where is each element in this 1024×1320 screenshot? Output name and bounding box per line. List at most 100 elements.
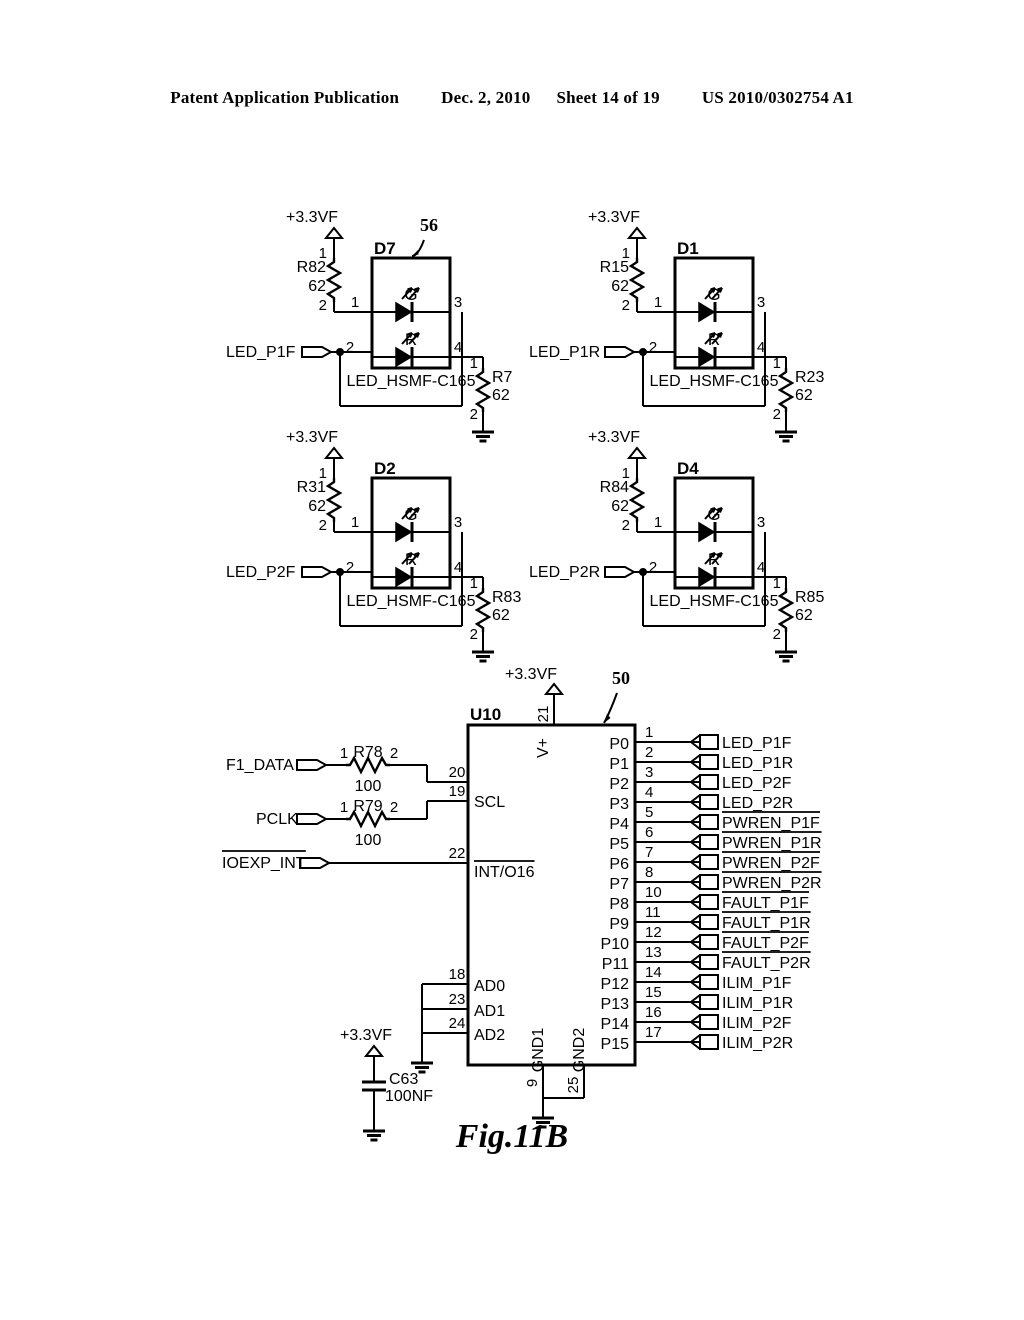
signal-label-out-p8: FAULT_P1F — [722, 895, 809, 912]
vcc-icon-c63 — [365, 1045, 383, 1057]
ic-pin-16-number: 16 — [645, 1004, 662, 1021]
ic-port-p3: P3 — [609, 796, 629, 813]
signal-label-out-p1: LED_P1R — [722, 755, 793, 772]
signal-flag-out-p13 — [699, 994, 719, 1010]
vcc-icon-u10 — [545, 683, 563, 695]
ic-pin-ad1-name: AD1 — [474, 1003, 505, 1020]
supply-label-d4: +3.3VF — [588, 429, 640, 446]
resistor-r83-symbol — [475, 586, 491, 634]
vcc-icon-d1 — [628, 227, 646, 239]
resistor-name-r85: R85 — [795, 589, 824, 606]
led-pin-1-d1: 1 — [654, 294, 662, 311]
ic-pin-15-number: 15 — [645, 984, 662, 1001]
resistor-pin-bottom-r7: 2 — [470, 406, 478, 423]
signal-label-out-p11: FAULT_P2R — [722, 955, 811, 972]
ic-pin-21-number: 21 — [535, 706, 552, 723]
leader-arrow-56 — [412, 250, 419, 256]
resistor-name-r84: R84 — [600, 479, 629, 496]
resistor-pin-top-r85: 1 — [773, 575, 781, 592]
ic-port-p8: P8 — [609, 896, 629, 913]
resistor-pin-right-r78: 2 — [390, 745, 398, 762]
signal-label-led-p1r-in: LED_P1R — [529, 344, 600, 361]
ic-pin-scl-name: SCL — [474, 794, 505, 811]
resistor-r82-symbol — [326, 256, 342, 304]
resistor-value-r15: 62 — [611, 278, 629, 295]
led-pin-2-d4: 2 — [649, 559, 657, 576]
signal-label-out-p10: FAULT_P2F — [722, 935, 809, 952]
green-led-icon-d2 — [394, 506, 421, 544]
capacitor-value-c63: 100NF — [385, 1088, 433, 1105]
ic-pin-7-number: 7 — [645, 844, 653, 861]
resistor-pin-bottom-d7: 2 — [319, 297, 327, 314]
signal-flag-out-p14 — [699, 1014, 719, 1030]
red-led-icon-d4 — [697, 551, 724, 589]
led-circuit-d4: +3.3VF 1 R84 62 2 1 D4 G R 3 4 LED_HSMF-… — [529, 429, 824, 663]
signal-flag-out-p6 — [699, 854, 719, 870]
led-designator-d7: D7 — [374, 239, 396, 258]
led-circuit-d2: +3.3VF 1 R31 62 2 1 D2 G R 3 4 LED_HSMF-… — [226, 429, 521, 663]
ic-pin-22-number: 22 — [449, 845, 466, 862]
supply-label-d2: +3.3VF — [286, 429, 338, 446]
resistor-name-r79: R79 — [353, 798, 382, 815]
resistor-value-r82: 62 — [308, 278, 326, 295]
ground-icon-r7 — [470, 422, 496, 443]
ic-designator-u10: U10 — [470, 705, 501, 724]
led-pin-2-d2: 2 — [346, 559, 354, 576]
led-pin-3-d1: 3 — [757, 294, 765, 311]
ic-port-p12: P12 — [601, 976, 630, 993]
resistor-name-r83: R83 — [492, 589, 521, 606]
led-circuit-d7: +3.3VF 1 R82 62 2 1 D7 G R 3 4 LED_HSMF-… — [226, 209, 513, 443]
ground-icon-r85 — [773, 642, 799, 663]
signal-label-ioexp-int: IOEXP_INT — [222, 855, 306, 872]
resistor-pin-bottom-r83: 2 — [470, 626, 478, 643]
resistor-r85-symbol — [778, 586, 794, 634]
ic-pin-8-number: 8 — [645, 864, 653, 881]
signal-flag-led-p2r — [604, 566, 637, 578]
ic-supply-label: +3.3VF — [505, 666, 557, 683]
resistor-r23-symbol — [778, 366, 794, 414]
led-designator-d1: D1 — [677, 239, 699, 258]
signal-flag-out-p15 — [699, 1034, 719, 1050]
ic-port-p7: P7 — [609, 876, 629, 893]
led-pin-2-d7: 2 — [346, 339, 354, 356]
resistor-name-r82: R82 — [297, 259, 326, 276]
ic-pin-25-number: 25 — [565, 1077, 582, 1094]
reference-numeral-50: 50 — [612, 668, 630, 688]
green-led-icon-d7 — [394, 286, 421, 324]
led-pin-4-d4: 4 — [757, 559, 765, 576]
ic-pin-ad2-name: AD2 — [474, 1027, 505, 1044]
ic-port-p0: P0 — [609, 736, 629, 753]
resistor-pin-bottom-r23: 2 — [773, 406, 781, 423]
led-part-d2: LED_HSMF-C165 — [347, 593, 476, 610]
ic-pin-18-number: 18 — [449, 966, 466, 983]
ic-u10: U10 +3.3VF 21 V+ 50 F1_DATA 1 R78 100 2 … — [222, 666, 822, 1142]
signal-flag-out-p10 — [699, 934, 719, 950]
ic-pin-14-number: 14 — [645, 964, 662, 981]
signal-label-f1-data: F1_DATA — [226, 757, 294, 774]
ic-port-p14: P14 — [601, 1016, 630, 1033]
ic-port-p15: P15 — [601, 1036, 630, 1053]
led-part-d1: LED_HSMF-C165 — [650, 373, 779, 390]
resistor-value-r85: 62 — [795, 607, 813, 624]
signal-flag-out-p7 — [699, 874, 719, 890]
ic-pin-4-number: 4 — [645, 784, 653, 801]
ic-pin-19-number: 19 — [449, 783, 466, 800]
ic-pin-20-number: 20 — [449, 764, 466, 781]
led-part-d7: LED_HSMF-C165 — [347, 373, 476, 390]
junction-dot-d2 — [336, 568, 344, 576]
led-pin-4-d7: 4 — [454, 339, 462, 356]
ground-icon-r83 — [470, 642, 496, 663]
leader-arrow-50 — [604, 714, 611, 723]
red-led-icon-d1 — [697, 331, 724, 369]
led-designator-d4: D4 — [677, 459, 699, 478]
led-pin-4-d1: 4 — [757, 339, 765, 356]
figure-caption: Fig.11B — [455, 1118, 569, 1155]
junction-dot-d1 — [639, 348, 647, 356]
ic-port-p1: P1 — [609, 756, 629, 773]
resistor-pin-top-r83: 1 — [470, 575, 478, 592]
resistor-pin-bottom-d4: 2 — [622, 517, 630, 534]
signal-label-out-p15: ILIM_P2R — [722, 1035, 793, 1052]
signal-label-out-p0: LED_P1F — [722, 735, 792, 752]
signal-flag-out-p8 — [699, 894, 719, 910]
vcc-icon-d2 — [325, 447, 343, 459]
